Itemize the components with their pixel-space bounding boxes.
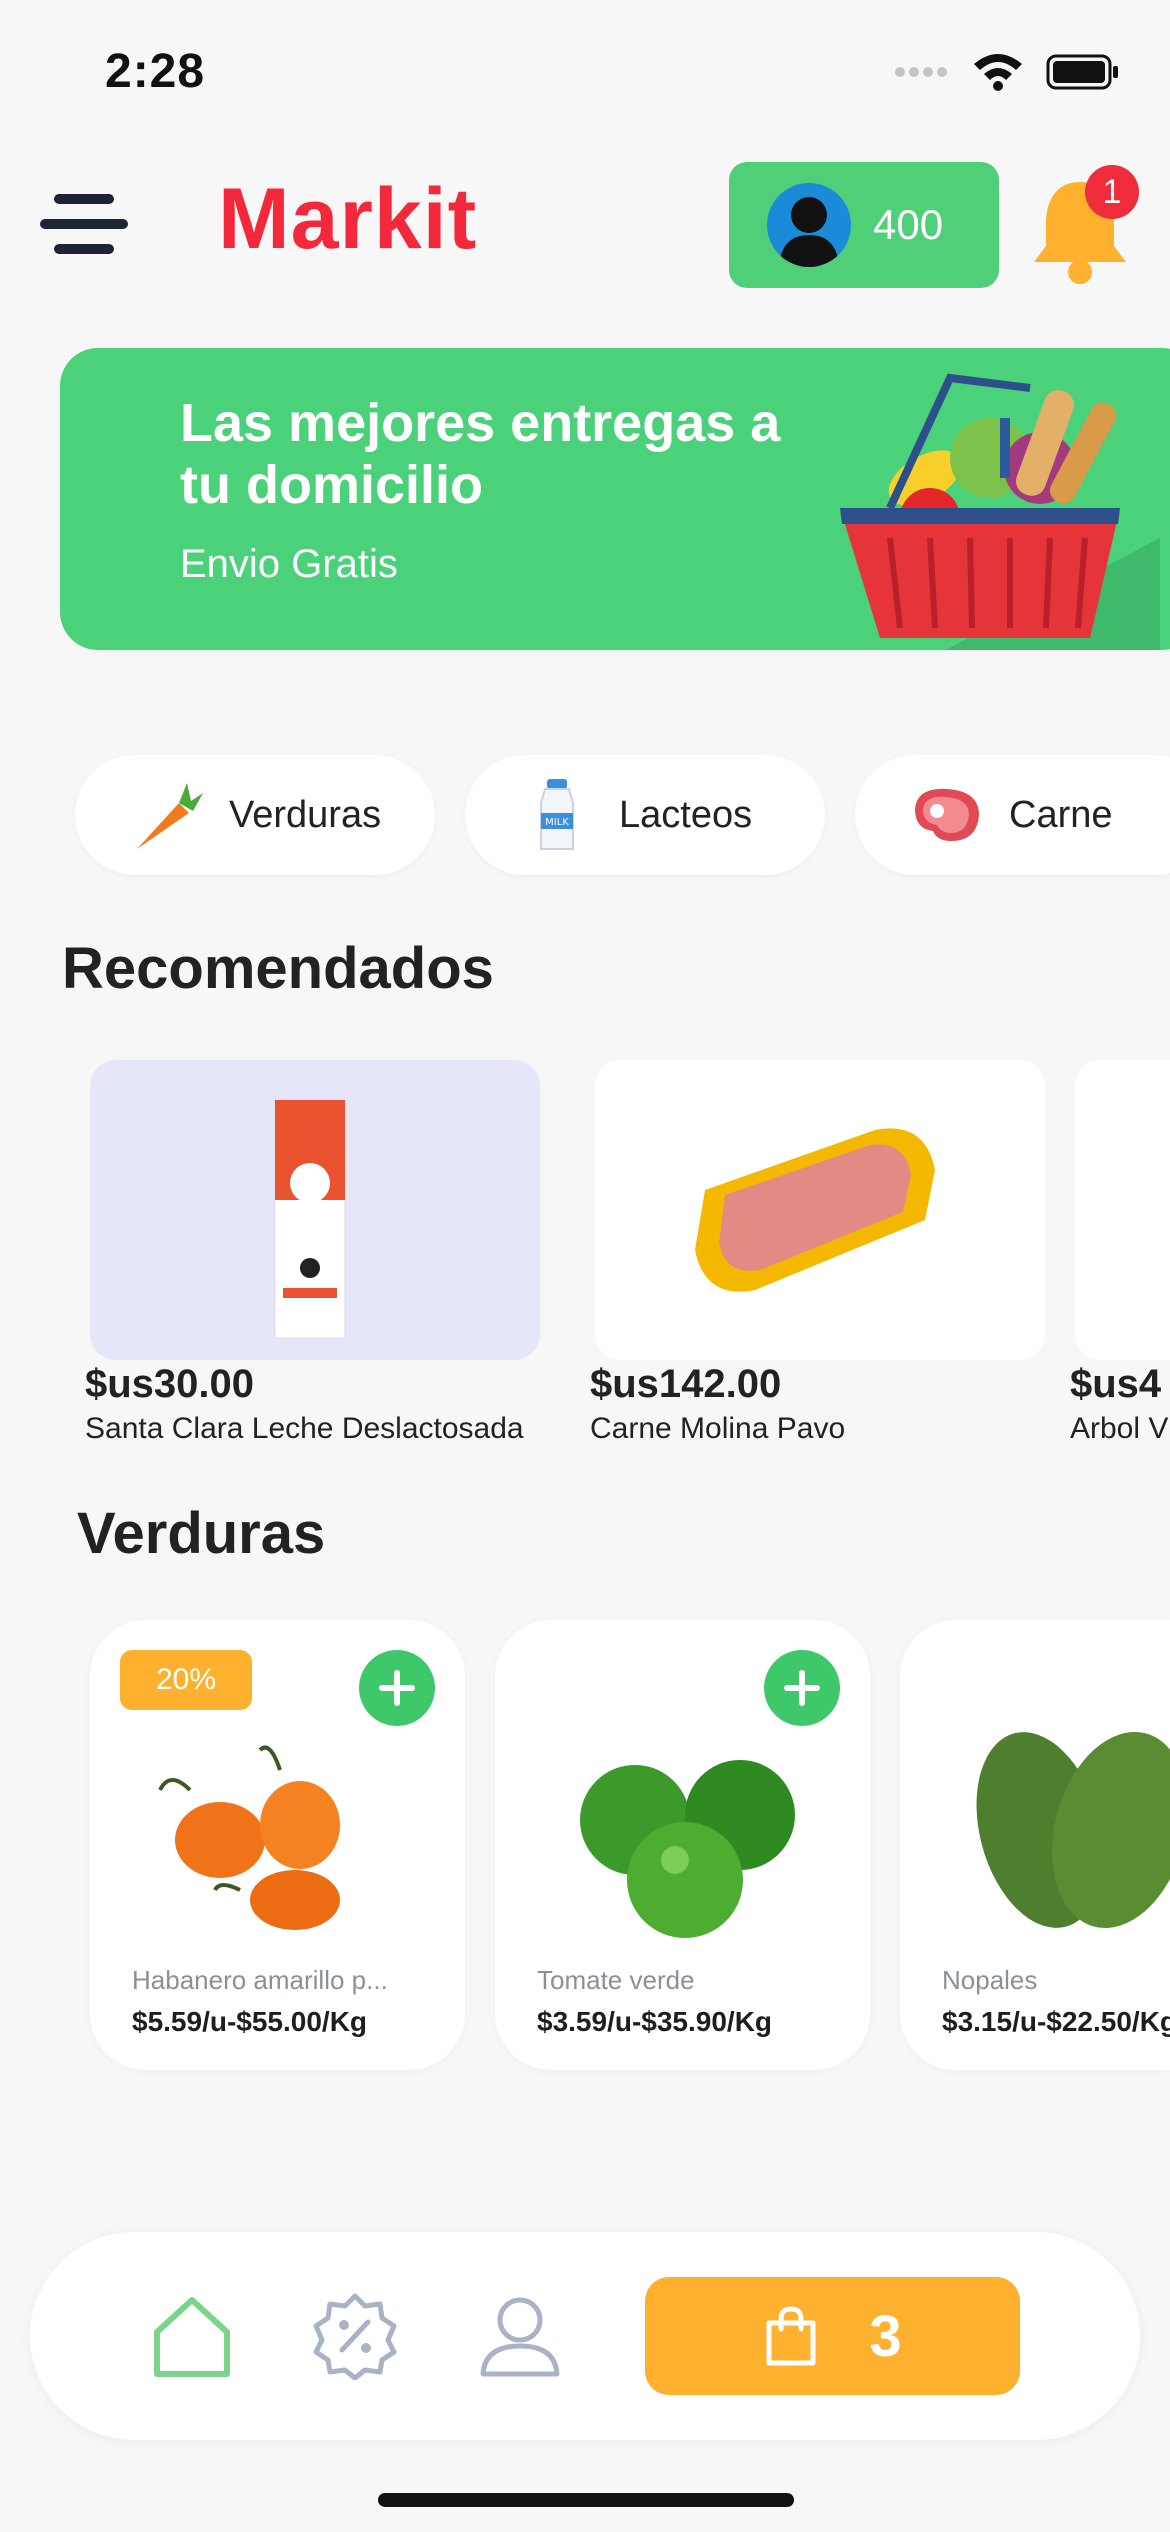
discount-icon[interactable] xyxy=(310,2290,400,2380)
points-button[interactable]: 400 xyxy=(729,162,999,288)
product-name: Carne Molina Pavo xyxy=(590,1412,846,1445)
vegetable-price: $5.59/u-$55.00/Kg xyxy=(132,2006,368,2037)
battery-icon xyxy=(1046,54,1118,90)
plus-icon xyxy=(784,1670,820,1706)
status-icons xyxy=(894,52,1120,92)
notification-badge: 1 xyxy=(1085,165,1139,219)
svg-text:MILK: MILK xyxy=(545,817,569,828)
vegetable-card[interactable]: 20% Habanero amarillo p... $5.59/u-$55.0… xyxy=(90,1620,465,2070)
avatar xyxy=(767,183,851,267)
user-silhouette-icon xyxy=(779,197,839,267)
menu-icon[interactable] xyxy=(38,190,130,258)
product-card[interactable] xyxy=(595,1060,1045,1360)
vegetable-name: Habanero amarillo p... xyxy=(132,1965,388,1995)
app-logo: Markit xyxy=(218,171,478,267)
shopping-bag-icon xyxy=(766,2306,816,2366)
category-label: Lacteos xyxy=(619,793,753,836)
category-verduras[interactable]: Verduras xyxy=(75,755,435,875)
steak-icon xyxy=(915,788,979,841)
product-price: $us142.00 xyxy=(590,1362,782,1406)
habanero-image xyxy=(158,1745,340,1930)
vegetable-card[interactable]: Nopales $3.15/u-$22.50/Kg xyxy=(900,1620,1170,2070)
home-icon[interactable] xyxy=(147,2290,237,2380)
product-name: Arbol V xyxy=(1070,1412,1169,1445)
product-card[interactable] xyxy=(90,1060,540,1360)
add-button[interactable] xyxy=(359,1650,435,1726)
product-card[interactable] xyxy=(1075,1060,1170,1360)
grocery-basket-icon xyxy=(840,373,1160,650)
section-title-recommended: Recomendados xyxy=(62,936,494,1001)
category-label: Verduras xyxy=(229,793,382,836)
product-price: $us4 xyxy=(1070,1362,1162,1406)
wifi-icon xyxy=(974,54,1022,91)
cart-button[interactable]: 3 xyxy=(645,2277,1020,2395)
section-title-vegetables: Verduras xyxy=(77,1501,326,1566)
vegetable-name: Nopales xyxy=(942,1965,1038,1995)
home-indicator xyxy=(378,2493,794,2507)
plus-icon xyxy=(379,1670,415,1706)
bottom-navigation: 3 xyxy=(30,2232,1140,2440)
product-price: $us30.00 xyxy=(85,1362,255,1406)
category-lacteos[interactable]: MILK Lacteos xyxy=(465,755,825,875)
nopales-image xyxy=(976,1731,1170,1929)
vegetable-card[interactable]: Tomate verde $3.59/u-$35.90/Kg xyxy=(495,1620,870,2070)
vegetable-name: Tomate verde xyxy=(537,1965,695,1995)
promo-banner[interactable]: Las mejores entregas a tu domicilio Envi… xyxy=(60,348,1170,650)
banner-subtitle: Envio Gratis xyxy=(180,542,398,586)
category-label: Carne xyxy=(1009,793,1113,836)
tomatillo-image xyxy=(580,1760,795,1938)
carrot-icon xyxy=(137,783,203,849)
category-carne[interactable]: Carne xyxy=(855,755,1170,875)
cart-count: 3 xyxy=(869,2303,902,2369)
discount-badge: 20% xyxy=(120,1650,252,1710)
product-name: Santa Clara Leche Deslactosada xyxy=(85,1412,524,1445)
points-value: 400 xyxy=(873,201,944,248)
ground-meat-tray-image xyxy=(695,1128,935,1292)
status-time: 2:28 xyxy=(105,45,206,98)
profile-icon[interactable] xyxy=(475,2290,565,2380)
vegetable-price: $3.59/u-$35.90/Kg xyxy=(537,2006,773,2037)
add-button[interactable] xyxy=(764,1650,840,1726)
milk-carton-image xyxy=(274,1099,346,1339)
milk-icon: MILK xyxy=(540,779,574,850)
banner-title: Las mejores entregas a tu domicilio xyxy=(180,393,781,515)
vegetable-price: $3.15/u-$22.50/Kg xyxy=(942,2006,1170,2037)
cellular-icon xyxy=(895,67,947,77)
